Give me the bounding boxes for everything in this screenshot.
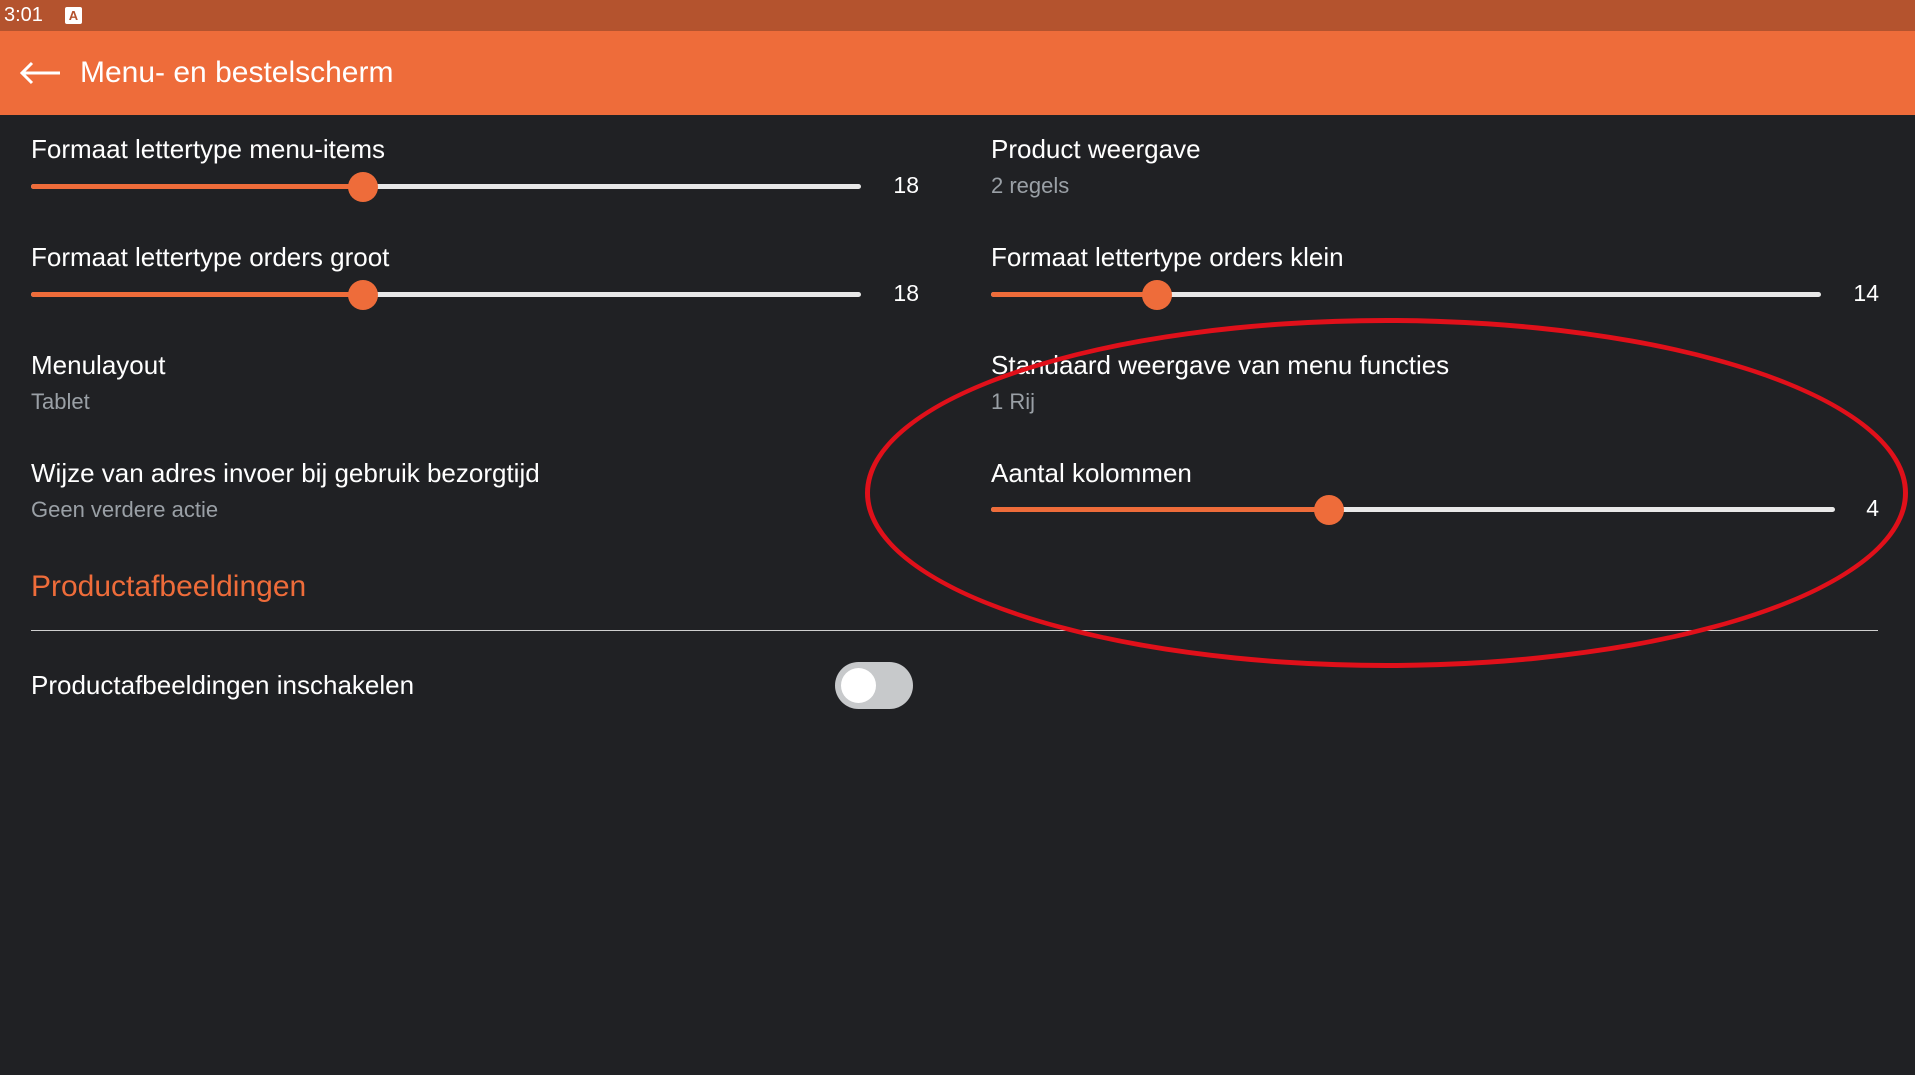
notification-icon: A [64, 7, 82, 24]
pref-address-input[interactable]: Wijze van adres invoer bij gebruik bezor… [31, 458, 540, 523]
pref-font-orders-large: Formaat lettertype orders groot [31, 242, 389, 273]
font-orders-large-slider[interactable]: 18 [31, 280, 921, 310]
app-bar: Menu- en bestelscherm [0, 31, 1915, 115]
pref-columns: Aantal kolommen [991, 458, 1192, 489]
slider-value: 14 [1853, 280, 1879, 306]
font-menu-items-slider[interactable]: 18 [31, 172, 921, 202]
slider-thumb[interactable] [348, 172, 378, 202]
slider-fill [31, 292, 363, 297]
pref-summary: 1 Rij [991, 389, 1036, 414]
slider-thumb[interactable] [348, 280, 378, 310]
section-title: Productafbeeldingen [31, 570, 307, 603]
pref-summary: 2 regels [991, 173, 1070, 198]
slider-fill [991, 292, 1157, 297]
pref-label: Formaat lettertype menu-items [31, 134, 386, 164]
pref-summary: Tablet [31, 389, 90, 414]
pref-font-menu-items: Formaat lettertype menu-items [31, 134, 385, 165]
divider [31, 630, 1878, 631]
pref-enable-images[interactable]: Productafbeeldingen inschakelen [31, 670, 414, 701]
pref-label: Wijze van adres invoer bij gebruik bezor… [31, 458, 540, 488]
pref-label: Standaard weergave van menu functies [991, 350, 1450, 380]
slider-value: 4 [1866, 495, 1879, 521]
slider-value: 18 [893, 172, 919, 198]
switch-knob [841, 668, 876, 703]
pref-label: Productafbeeldingen inschakelen [31, 670, 415, 700]
slider-fill [991, 507, 1329, 512]
page-title: Menu- en bestelscherm [80, 56, 394, 89]
slider-value: 18 [893, 280, 919, 306]
slider-fill [31, 184, 363, 189]
arrow-left-icon [19, 61, 60, 85]
pref-label: Formaat lettertype orders groot [31, 242, 390, 272]
slider-thumb[interactable] [1314, 495, 1344, 525]
slider-thumb[interactable] [1142, 280, 1172, 310]
pref-font-orders-small: Formaat lettertype orders klein [991, 242, 1344, 273]
status-time: 3:01 [4, 4, 43, 26]
pref-product-display[interactable]: Product weergave 2 regels [991, 134, 1201, 199]
pref-label: Aantal kolommen [991, 458, 1192, 488]
columns-slider[interactable]: 4 [991, 495, 1881, 525]
pref-summary: Geen verdere actie [31, 497, 219, 522]
back-button[interactable] [0, 31, 80, 115]
pref-default-menu-functions[interactable]: Standaard weergave van menu functies 1 R… [991, 350, 1449, 415]
pref-label: Formaat lettertype orders klein [991, 242, 1344, 272]
status-bar: 3:01 A [0, 0, 1915, 31]
enable-images-switch[interactable] [835, 662, 913, 709]
pref-label: Product weergave [991, 134, 1201, 164]
pref-label: Menulayout [31, 350, 166, 380]
pref-menulayout[interactable]: Menulayout Tablet [31, 350, 165, 415]
font-orders-small-slider[interactable]: 14 [991, 280, 1881, 310]
